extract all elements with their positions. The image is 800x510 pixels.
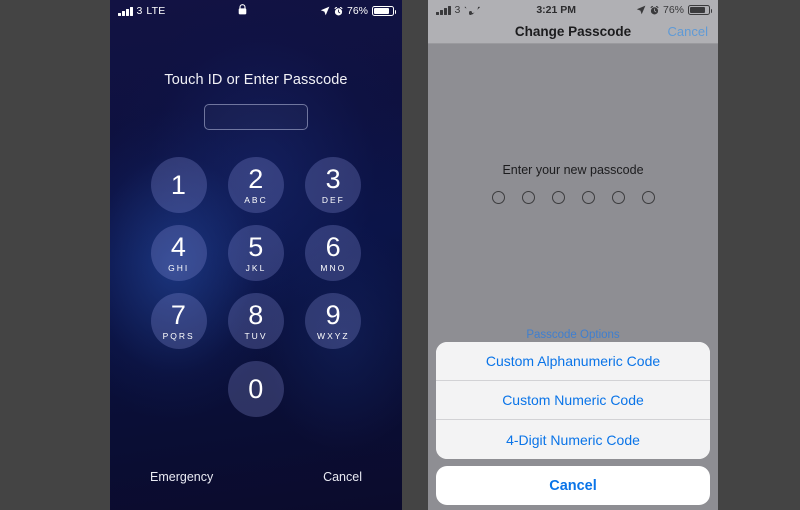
passcode-dot: [611, 191, 625, 204]
action-sheet-cancel-button[interactable]: Cancel: [436, 466, 710, 505]
screenshot-stage: 3 LTE 76% Touch ID or Enter Passcode 1 2…: [0, 0, 800, 510]
keypad-key-5[interactable]: 5 JKL: [227, 225, 284, 281]
keypad-digit: 8: [248, 299, 264, 330]
keypad-digit: 0: [248, 373, 264, 404]
signal-bars-icon: [118, 6, 133, 16]
emergency-button[interactable]: Emergency: [150, 470, 213, 484]
keypad-key-1[interactable]: 1: [150, 157, 207, 213]
location-arrow-icon: [320, 6, 330, 16]
status-bar-right: 3 3:21 PM 76%: [428, 0, 718, 20]
passcode-dot: [581, 191, 595, 204]
passcode-input-field[interactable]: [204, 104, 308, 130]
battery-icon: [372, 6, 396, 16]
lock-cancel-button[interactable]: Cancel: [323, 470, 362, 484]
passcode-dot: [641, 191, 655, 204]
touch-id-title: Touch ID or Enter Passcode: [164, 72, 348, 88]
keypad-letters: GHI: [168, 262, 190, 273]
keypad-key-3[interactable]: 3 DEF: [305, 157, 362, 213]
keypad-digit: 9: [325, 299, 342, 330]
enter-passcode-prompt: Enter your new passcode: [502, 163, 644, 177]
keypad-zero-wrapper: 0: [227, 361, 284, 417]
carrier-number: 3: [136, 5, 143, 17]
carrier-number: 3: [454, 4, 461, 16]
passcode-keypad: 1 2 ABC 3 DEF 4 GHI 5 JKL 6 MNO 7 PQRS 8…: [140, 157, 372, 417]
keypad-key-6[interactable]: 6 MNO: [305, 225, 362, 281]
keypad-letters: WXYZ: [317, 330, 350, 341]
passcode-dot: [521, 191, 535, 204]
keypad-key-0[interactable]: 0: [227, 361, 284, 417]
keypad-digit: 7: [170, 299, 187, 330]
keypad-letters: MNO: [320, 262, 347, 273]
page-title: Change Passcode: [514, 24, 632, 39]
keypad-letters: PQRS: [162, 330, 195, 341]
keypad-key-7[interactable]: 7 PQRS: [150, 293, 207, 349]
keypad-key-9[interactable]: 9 WXYZ: [305, 293, 362, 349]
keypad-key-8[interactable]: 8 TUV: [227, 293, 284, 349]
passcode-dot: [551, 191, 565, 204]
passcode-dot: [491, 191, 505, 204]
battery-percent-right: 76%: [662, 4, 684, 16]
keypad-letters: TUV: [244, 330, 268, 341]
alarm-clock-icon: [334, 6, 343, 16]
keypad-letters: JKL: [245, 262, 267, 273]
nav-cancel-button[interactable]: Cancel: [668, 24, 708, 39]
keypad-digit: 6: [325, 231, 342, 262]
battery-percent-left: 76%: [346, 5, 368, 17]
keypad-key-2[interactable]: 2 ABC: [227, 157, 284, 213]
navigation-bar: Change Passcode Cancel: [428, 20, 718, 44]
option-custom-alphanumeric-code[interactable]: Custom Alphanumeric Code: [436, 342, 710, 381]
keypad-digit: 1: [170, 169, 187, 200]
network-label: LTE: [146, 5, 166, 17]
battery-icon: [688, 5, 712, 15]
option-4-digit-numeric-code[interactable]: 4-Digit Numeric Code: [436, 420, 710, 459]
signal-bars-icon: [436, 5, 451, 15]
lock-screen-bottom-actions: Emergency Cancel: [110, 470, 402, 484]
passcode-dots: [428, 191, 718, 204]
keypad-digit: 3: [325, 163, 342, 194]
passcode-options-link[interactable]: Passcode Options: [428, 329, 718, 341]
alarm-clock-icon: [650, 5, 659, 15]
keypad-key-4[interactable]: 4 GHI: [150, 225, 207, 281]
keypad-letters: DEF: [321, 194, 345, 205]
location-arrow-icon: [636, 5, 646, 15]
action-sheet-options-group: Custom Alphanumeric Code Custom Numeric …: [436, 342, 710, 459]
status-bar-left: 3 LTE 76%: [110, 0, 402, 22]
wifi-icon: [464, 6, 476, 15]
lock-icon: [238, 4, 247, 18]
change-passcode-phone: 3 3:21 PM 76% Change Passcode Cancel Ent…: [428, 0, 718, 510]
keypad-digit: 4: [170, 231, 187, 262]
option-custom-numeric-code[interactable]: Custom Numeric Code: [436, 381, 710, 420]
lock-screen-phone: 3 LTE 76% Touch ID or Enter Passcode 1 2…: [110, 0, 402, 510]
status-time: 3:21 PM: [536, 4, 576, 16]
keypad-letters: ABC: [244, 194, 268, 205]
action-sheet: Custom Alphanumeric Code Custom Numeric …: [436, 342, 710, 505]
keypad-digit: 2: [248, 163, 264, 194]
keypad-digit: 5: [248, 231, 264, 262]
